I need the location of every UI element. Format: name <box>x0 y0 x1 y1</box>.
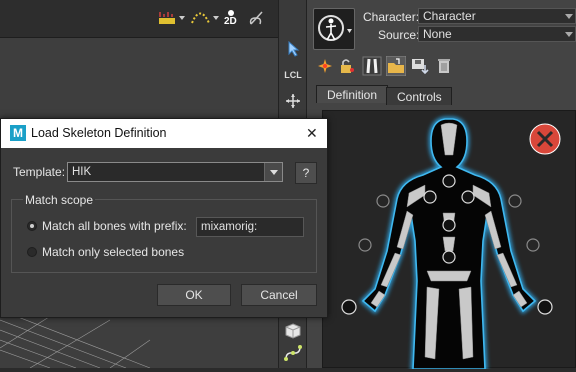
spark-icon[interactable] <box>317 58 333 77</box>
load-skeleton-dialog: M Load Skeleton Definition ✕ Template: H… <box>0 118 328 318</box>
radio-match-prefix-label: Match all bones with prefix: <box>42 219 187 233</box>
dropdown-arrow-icon[interactable] <box>179 16 185 20</box>
chevron-down-icon <box>565 14 573 19</box>
select-arrow-icon[interactable] <box>282 38 304 60</box>
help-button[interactable]: ? <box>295 162 317 184</box>
skeleton-legs-icon[interactable] <box>362 56 382 79</box>
character-figure-icon <box>318 15 352 41</box>
prefix-input[interactable]: mixamorig: <box>196 217 304 237</box>
chevron-down-icon <box>565 32 573 37</box>
character-definition-view <box>322 110 576 371</box>
motion-path-icon[interactable] <box>190 8 212 29</box>
template-dropdown[interactable]: HIK <box>67 162 283 182</box>
tab-definition[interactable]: Definition <box>316 85 389 103</box>
dropdown-button[interactable] <box>264 163 282 181</box>
radio-match-prefix[interactable]: Match all bones with prefix: <box>25 217 187 235</box>
radio-match-selected[interactable]: Match only selected bones <box>25 243 205 261</box>
cancel-button[interactable]: Cancel <box>241 284 317 306</box>
load-skeleton-folder-icon[interactable] <box>385 55 407 79</box>
tab-controls-label: Controls <box>397 90 442 104</box>
dropdown-arrow-icon[interactable] <box>213 16 219 20</box>
pencil-draw-icon[interactable] <box>248 8 268 31</box>
source-label: Source: <box>378 28 420 42</box>
match-scope-label: Match scope <box>23 193 96 207</box>
help-button-label: ? <box>302 166 310 180</box>
template-label: Template: <box>13 165 66 179</box>
app-logo-icon: M <box>10 125 26 141</box>
radio-match-selected-label: Match only selected bones <box>42 245 185 259</box>
cube-icon[interactable] <box>282 320 304 342</box>
chevron-down-icon <box>270 170 278 175</box>
character-dropdown-value: Character <box>423 9 476 23</box>
source-dropdown-value: None <box>423 27 452 41</box>
lock-icon[interactable] <box>338 57 356 78</box>
character-selector-button[interactable] <box>313 8 355 50</box>
2d-view-icon[interactable]: 2D <box>224 10 237 27</box>
radio-button[interactable] <box>27 221 37 231</box>
view-2d-label: 2D <box>224 16 237 27</box>
close-icon[interactable]: ✕ <box>306 125 318 142</box>
body-figure <box>341 117 561 371</box>
tab-definition-label: Definition <box>327 88 378 102</box>
prefix-input-value: mixamorig: <box>201 221 258 233</box>
dialog-titlebar[interactable]: M Load Skeleton Definition ✕ <box>1 119 327 148</box>
ok-button-label: OK <box>185 288 203 302</box>
keyframe-ruler-icon[interactable] <box>158 10 178 29</box>
trash-icon[interactable] <box>436 57 452 78</box>
character-label: Character: <box>363 10 420 24</box>
save-skeleton-icon[interactable] <box>410 56 430 79</box>
ok-button[interactable]: OK <box>157 284 231 306</box>
tab-controls[interactable]: Controls <box>386 87 452 105</box>
template-dropdown-value: HIK <box>72 166 92 178</box>
viewer-toolbar: 2D <box>0 0 278 38</box>
cancel-button-label: Cancel <box>260 288 298 302</box>
local-space-button[interactable]: LCL <box>282 64 304 86</box>
curve-icon[interactable] <box>282 342 304 364</box>
radio-button[interactable] <box>27 247 37 257</box>
character-dropdown[interactable]: Character <box>418 8 576 24</box>
dialog-title: Load Skeleton Definition <box>31 126 167 140</box>
source-dropdown[interactable]: None <box>418 26 576 42</box>
move-cross-icon[interactable] <box>282 90 304 112</box>
close-icon <box>529 123 561 155</box>
